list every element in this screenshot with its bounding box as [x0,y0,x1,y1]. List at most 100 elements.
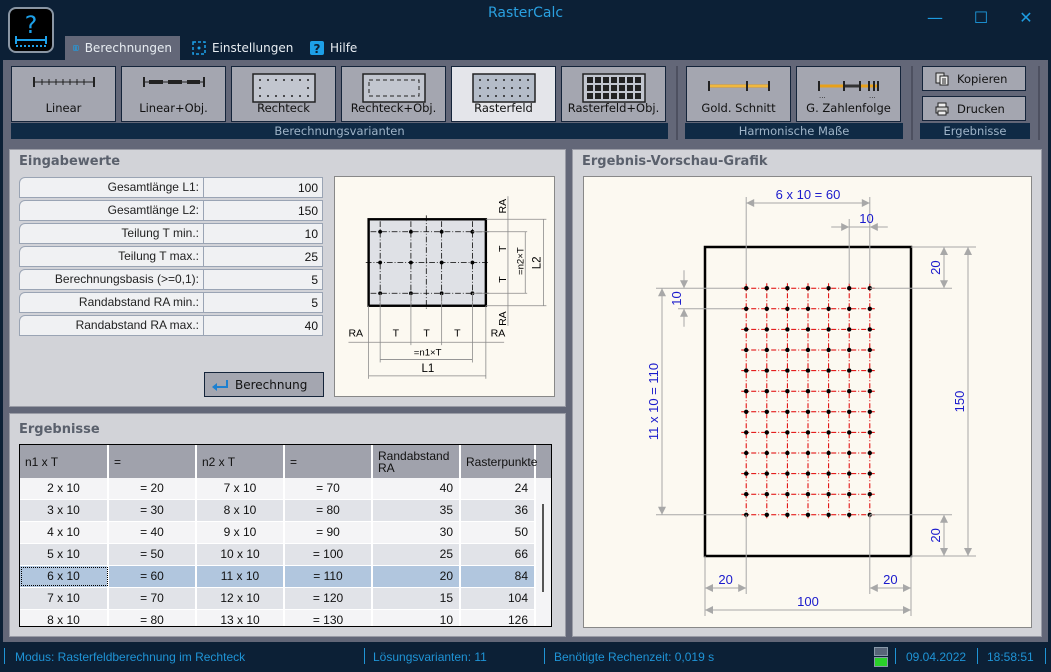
table-cell[interactable]: 3 x 10 [20,500,109,521]
table-row[interactable]: 3 x 10 = 30 8 x 10 = 80 35 36 [20,500,551,522]
variant-rechteck-button[interactable]: Rechteck [231,66,336,122]
field-input[interactable] [204,177,323,198]
table-cell[interactable]: = 50 [109,544,197,565]
raster-point [764,471,769,476]
raster-point [785,347,790,353]
table-cell[interactable]: = 90 [285,522,373,543]
table-cell[interactable]: 15 [373,588,461,609]
table-cell[interactable]: = 40 [109,522,197,543]
table-cell[interactable]: 35 [373,500,461,521]
calculate-button[interactable]: Berechnung [204,372,324,397]
dimension-arrow [658,506,666,515]
table-cell[interactable]: = 70 [285,478,373,499]
column-header[interactable]: = [109,445,197,478]
copy-button[interactable]: Kopieren [922,66,1026,91]
table-cell[interactable]: 40 [373,478,461,499]
table-cell[interactable]: = 80 [285,500,373,521]
table-row[interactable]: 8 x 10 = 80 13 x 10 = 130 10 126 [20,610,551,626]
table-row[interactable]: 6 x 10 = 60 11 x 10 = 110 20 84 [20,566,551,588]
raster-point [826,368,831,373]
maximize-button[interactable]: ☐ [966,8,996,28]
table-cell[interactable]: 11 x 10 [197,566,285,587]
preview-panel-title: Ergebnis-Vorschau-Grafik [582,154,768,169]
raster-point [744,286,749,291]
variant-linear-button[interactable]: Linear [11,66,116,122]
scrollbar-thumb[interactable] [542,504,544,592]
table-cell[interactable]: 7 x 10 [20,588,109,609]
results-table[interactable]: n1 x T = n2 x T = Randabstand RA Rasterp… [19,444,552,627]
table-cell[interactable]: = 30 [109,500,197,521]
field-input[interactable] [204,246,323,267]
table-cell[interactable]: 8 x 10 [197,500,285,521]
variant-rasterfeld-obj-button[interactable]: Rasterfeld+Obj. [561,66,666,122]
table-cell[interactable]: 8 x 10 [20,610,109,626]
table-cell[interactable]: 25 [373,544,461,565]
close-button[interactable]: ✕ [1011,8,1041,28]
table-cell[interactable]: = 120 [285,588,373,609]
table-cell[interactable]: 66 [461,544,536,565]
table-cell[interactable]: = 60 [109,566,197,587]
variant-rechteck-obj-button[interactable]: Rechteck+Obj. [341,66,446,122]
table-cell[interactable]: 2 x 10 [20,478,109,499]
golden-sequence-button[interactable]: ...... G. Zahlenfolge [796,66,901,122]
table-cell[interactable]: 50 [461,522,536,543]
table-cell[interactable]: 12 x 10 [197,588,285,609]
table-cell[interactable]: 36 [461,500,536,521]
table-cell[interactable]: = 80 [109,610,197,626]
table-cell[interactable]: 20 [373,566,461,587]
table-scrollbar[interactable] [536,478,551,626]
tab-hilfe[interactable]: ? Hilfe [302,36,365,60]
golden-section-button[interactable]: Gold. Schnitt [686,66,791,122]
field-input[interactable] [204,292,323,313]
table-cell[interactable]: = 20 [109,478,197,499]
table-cell[interactable]: 7 x 10 [197,478,285,499]
table-row[interactable]: 4 x 10 = 40 9 x 10 = 90 30 50 [20,522,551,544]
table-cell[interactable]: 30 [373,522,461,543]
table-cell[interactable]: 6 x 10 [20,566,109,587]
table-cell[interactable]: 13 x 10 [197,610,285,626]
column-header[interactable]: n2 x T [197,445,285,478]
table-cell[interactable]: = 110 [285,566,373,587]
raster-point [744,389,749,394]
button-label: Linear+Obj. [139,101,208,115]
minimize-button[interactable]: — [920,8,950,28]
table-cell[interactable]: 24 [461,478,536,499]
table-cell[interactable]: 126 [461,610,536,626]
raster-point [847,450,852,456]
table-cell[interactable]: 10 x 10 [197,544,285,565]
variant-rasterfeld-button[interactable]: Rasterfeld [451,66,556,122]
tab-einstellungen[interactable]: Einstellungen [184,36,301,60]
table-cell[interactable]: 9 x 10 [197,522,285,543]
status-separator [544,648,545,664]
table-cell[interactable]: = 70 [109,588,197,609]
column-header[interactable]: Randabstand RA [373,445,461,478]
field-input[interactable] [204,269,323,290]
input-row: Gesamtlänge L2: [19,200,323,221]
raster-point [847,327,852,332]
print-button[interactable]: Drucken [922,96,1026,121]
field-input[interactable] [204,223,323,244]
enter-icon [212,379,228,391]
raster-point [826,492,831,497]
table-cell[interactable]: 10 [373,610,461,626]
table-row[interactable]: 5 x 10 = 50 10 x 10 = 100 25 66 [20,544,551,566]
table-cell[interactable]: 84 [461,566,536,587]
raster-point [867,327,872,332]
dimension-arrow [940,247,948,255]
tab-berechnungen[interactable]: Berechnungen [65,36,180,60]
table-row[interactable]: 2 x 10 = 20 7 x 10 = 70 40 24 [20,478,551,500]
column-header[interactable]: = [285,445,373,478]
table-cell[interactable]: = 130 [285,610,373,626]
table-row[interactable]: 7 x 10 = 70 12 x 10 = 120 15 104 [20,588,551,610]
table-cell[interactable]: 104 [461,588,536,609]
column-header[interactable]: Rasterpunkte [461,445,537,478]
field-input[interactable] [204,200,323,221]
status-variants: Lösungsvarianten: 11 [373,650,487,664]
field-input[interactable] [204,315,323,336]
table-cell[interactable]: 4 x 10 [20,522,109,543]
table-cell[interactable]: = 100 [285,544,373,565]
variant-linear-obj-button[interactable]: Linear+Obj. [121,66,226,122]
dimension-arrow [841,223,850,231]
column-header[interactable]: n1 x T [20,445,109,478]
table-cell[interactable]: 5 x 10 [20,544,109,565]
